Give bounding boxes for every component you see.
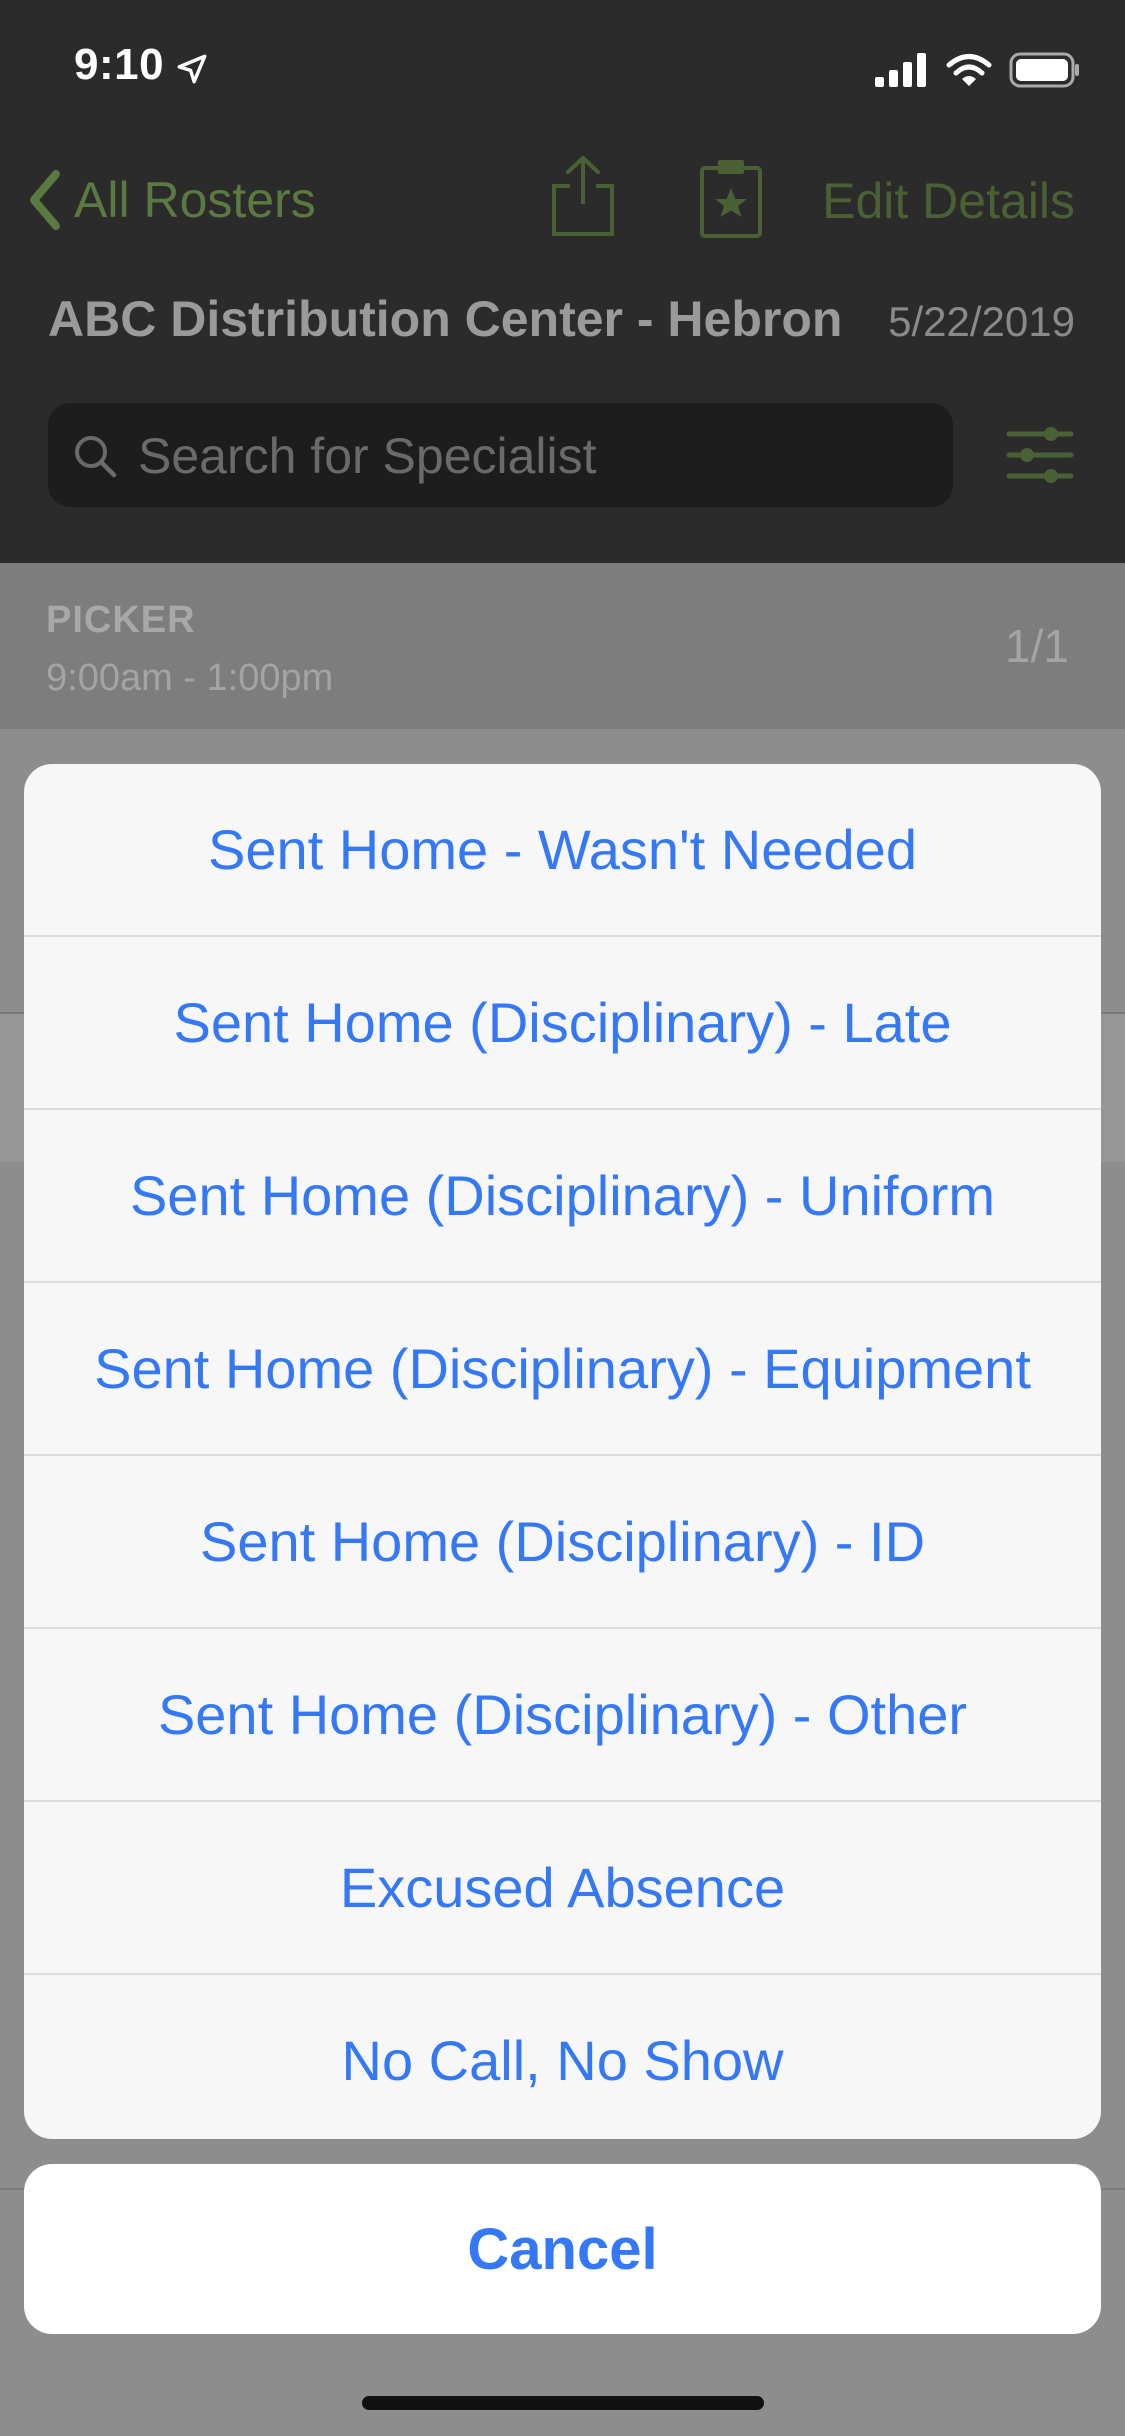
search-bar[interactable] — [48, 403, 953, 507]
back-button-label: All Rosters — [74, 172, 316, 228]
roster-date: 5/22/2019 — [888, 298, 1075, 345]
share-icon[interactable] — [548, 154, 618, 238]
clipboard-star-icon[interactable] — [696, 156, 766, 240]
back-button[interactable]: All Rosters — [24, 168, 316, 232]
section-time: 9:00am - 1:00pm — [46, 657, 334, 699]
action-sheet: Sent Home - Wasn't Needed Sent Home (Dis… — [24, 764, 1101, 2139]
header: 9:10 All Rosters Edit Details ABC Distri… — [0, 0, 1125, 563]
option-sent-home-equipment[interactable]: Sent Home (Disciplinary) - Equipment — [24, 1283, 1101, 1456]
option-sent-home-uniform[interactable]: Sent Home (Disciplinary) - Uniform — [24, 1110, 1101, 1283]
section-header-picker: PICKER 9:00am - 1:00pm 1/1 — [0, 563, 1125, 729]
section-title: PICKER — [46, 599, 196, 641]
option-excused-absence[interactable]: Excused Absence — [24, 1802, 1101, 1975]
search-icon — [75, 436, 117, 478]
status-indicators — [875, 52, 1081, 88]
status-bar: 9:10 — [0, 0, 1125, 135]
option-no-call-no-show[interactable]: No Call, No Show — [24, 1975, 1101, 2139]
title-row: ABC Distribution Center - Hebron 5/22/20… — [0, 290, 1125, 360]
option-sent-home-id[interactable]: Sent Home (Disciplinary) - ID — [24, 1456, 1101, 1629]
chevron-left-icon — [30, 170, 60, 230]
battery-icon — [1009, 52, 1079, 88]
option-sent-home-not-needed[interactable]: Sent Home - Wasn't Needed — [24, 764, 1101, 937]
search-input[interactable] — [136, 423, 930, 489]
cancel-button[interactable]: Cancel — [24, 2164, 1101, 2334]
home-indicator[interactable] — [362, 2396, 764, 2410]
cellular-signal-icon — [875, 53, 926, 87]
wifi-icon — [946, 54, 992, 86]
status-time: 9:10 — [74, 40, 165, 89]
filter-sliders-icon[interactable] — [1005, 420, 1075, 490]
location-arrow-icon — [177, 54, 207, 84]
option-sent-home-late[interactable]: Sent Home (Disciplinary) - Late — [24, 937, 1101, 1110]
edit-details-button[interactable]: Edit Details — [822, 172, 1075, 230]
nav-bar: All Rosters Edit Details — [0, 156, 1125, 240]
section-count: 1/1 — [1005, 620, 1069, 672]
roster-title: ABC Distribution Center - Hebron — [48, 291, 843, 347]
option-sent-home-other[interactable]: Sent Home (Disciplinary) - Other — [24, 1629, 1101, 1802]
